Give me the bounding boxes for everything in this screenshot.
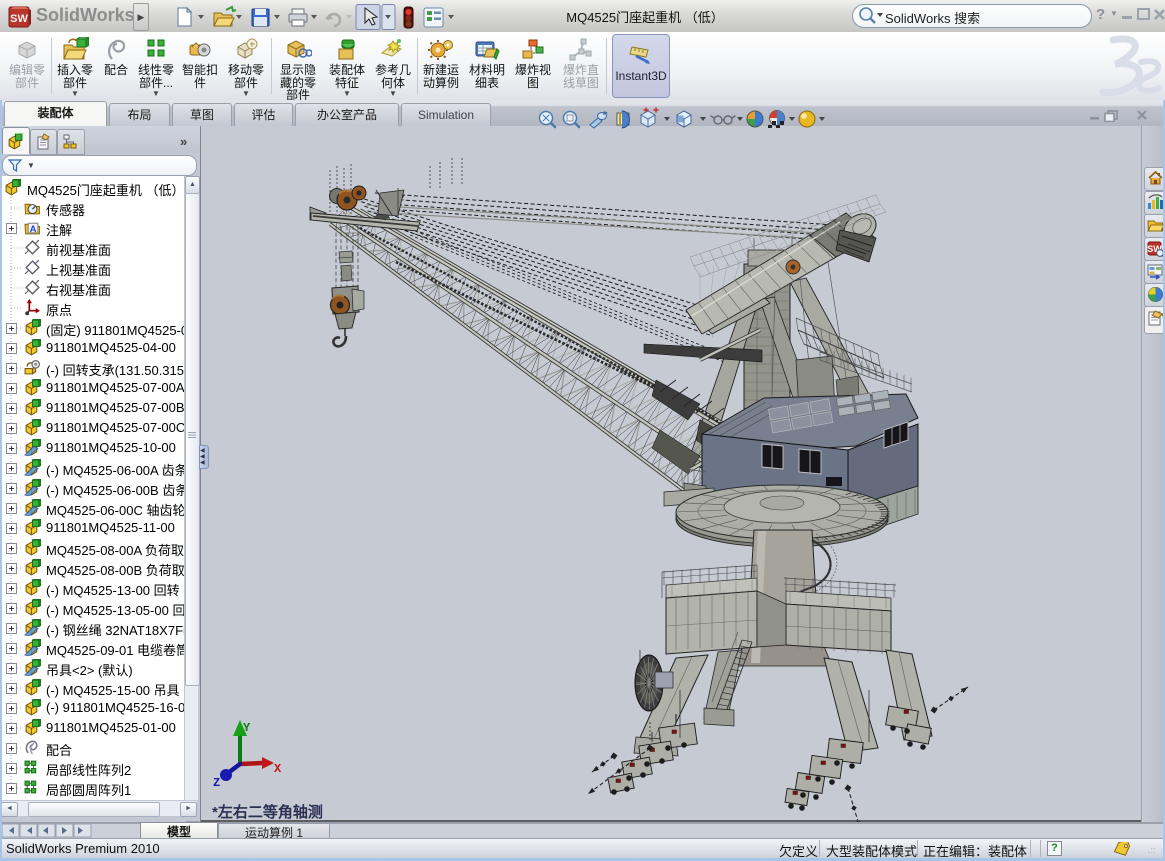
svg-text:A: A [30, 224, 37, 235]
svg-text:X: X [274, 762, 282, 776]
svg-text:Y: Y [243, 721, 251, 735]
svg-text:SW: SW [10, 13, 28, 25]
svg-text:Z: Z [213, 776, 220, 790]
